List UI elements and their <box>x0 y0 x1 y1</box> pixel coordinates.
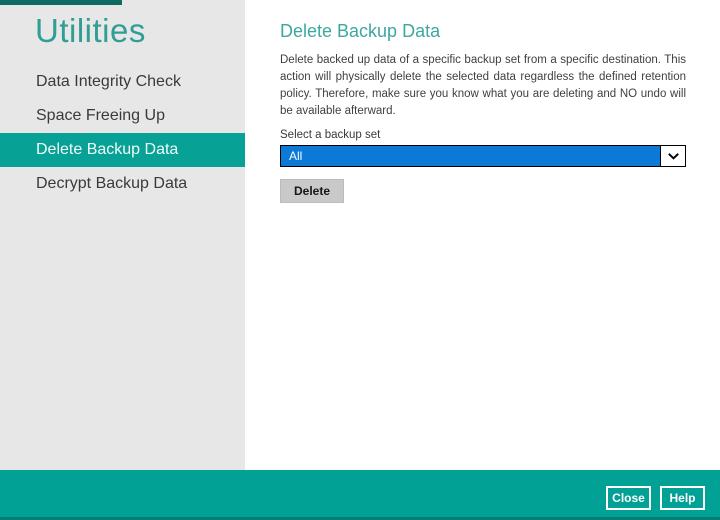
sidebar-item-data-integrity-check[interactable]: Data Integrity Check <box>0 65 245 99</box>
section-description: Delete backed up data of a specific back… <box>280 52 686 120</box>
utilities-menu: Data Integrity Check Space Freeing Up De… <box>0 65 245 201</box>
sidebar-item-space-freeing-up[interactable]: Space Freeing Up <box>0 99 245 133</box>
chevron-down-icon <box>660 146 685 166</box>
page-title: Utilities <box>35 12 146 50</box>
backup-set-dropdown-value: All <box>281 146 660 166</box>
delete-button[interactable]: Delete <box>280 179 344 203</box>
main-panel: Delete Backup Data Delete backed up data… <box>245 0 720 470</box>
backup-set-dropdown[interactable]: All <box>280 145 686 167</box>
footer-bar: Close Help <box>0 470 720 520</box>
sidebar-item-label: Space Freeing Up <box>36 107 165 124</box>
section-heading: Delete Backup Data <box>280 21 686 42</box>
sidebar-item-decrypt-backup-data[interactable]: Decrypt Backup Data <box>0 167 245 201</box>
sidebar-item-label: Decrypt Backup Data <box>36 175 187 192</box>
help-button[interactable]: Help <box>660 486 705 510</box>
sidebar-item-label: Data Integrity Check <box>36 73 181 90</box>
backup-set-select-label: Select a backup set <box>280 129 686 141</box>
sidebar-item-label: Delete Backup Data <box>36 141 178 158</box>
window-top-accent-strip <box>0 0 122 5</box>
utilities-window: Utilities Data Integrity Check Space Fre… <box>0 0 720 520</box>
sidebar: Utilities Data Integrity Check Space Fre… <box>0 0 245 470</box>
sidebar-item-delete-backup-data[interactable]: Delete Backup Data <box>0 133 245 167</box>
close-button[interactable]: Close <box>606 486 651 510</box>
